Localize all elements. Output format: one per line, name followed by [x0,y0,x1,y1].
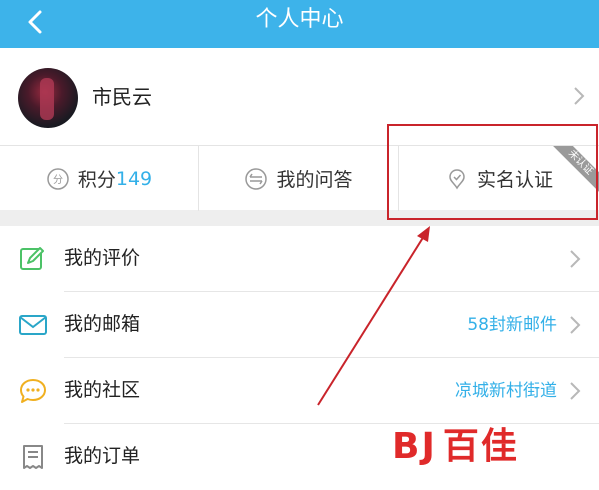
nav-bar: 个人中心 [0,0,599,48]
chevron-right-icon [570,382,581,400]
menu-item-value: 凉城新村街道 [455,381,557,401]
mail-icon [19,315,47,335]
points-label: 积分 [77,169,116,191]
menu-item-community[interactable]: 我的社区 凉城新村街道 [0,358,599,424]
menu-item-label: 我的社区 [64,379,141,401]
menu-item-label: 我的评价 [64,247,141,269]
qa-icon [245,167,268,190]
svg-text:分: 分 [53,174,63,186]
avatar[interactable] [18,68,78,128]
menu-item-mailbox[interactable]: 我的邮箱 58封新邮件 [0,292,599,358]
watermark-logo: BJ 百佳 [392,426,519,467]
menu-item-label: 我的订单 [64,445,141,467]
annotation-highlight-box [387,124,598,220]
my-qa-button[interactable]: 我的问答 [199,146,399,211]
menu-item-reviews[interactable]: 我的评价 [0,226,599,292]
chevron-right-icon [570,250,581,268]
chevron-right-icon [570,316,581,334]
points-button[interactable]: 分 积分 149 [0,146,199,211]
receipt-icon [23,445,43,469]
menu-item-value: 58封新邮件 [467,315,557,335]
page-title: 个人中心 [255,7,344,32]
profile-name: 市民云 [92,85,152,109]
menu-item-label: 我的邮箱 [64,313,141,335]
points-value: 149 [115,167,153,190]
qa-label: 我的问答 [276,169,353,191]
chat-bubble-icon [20,379,46,403]
points-icon: 分 [47,167,69,190]
chevron-right-icon [574,87,585,105]
edit-icon [20,247,44,270]
